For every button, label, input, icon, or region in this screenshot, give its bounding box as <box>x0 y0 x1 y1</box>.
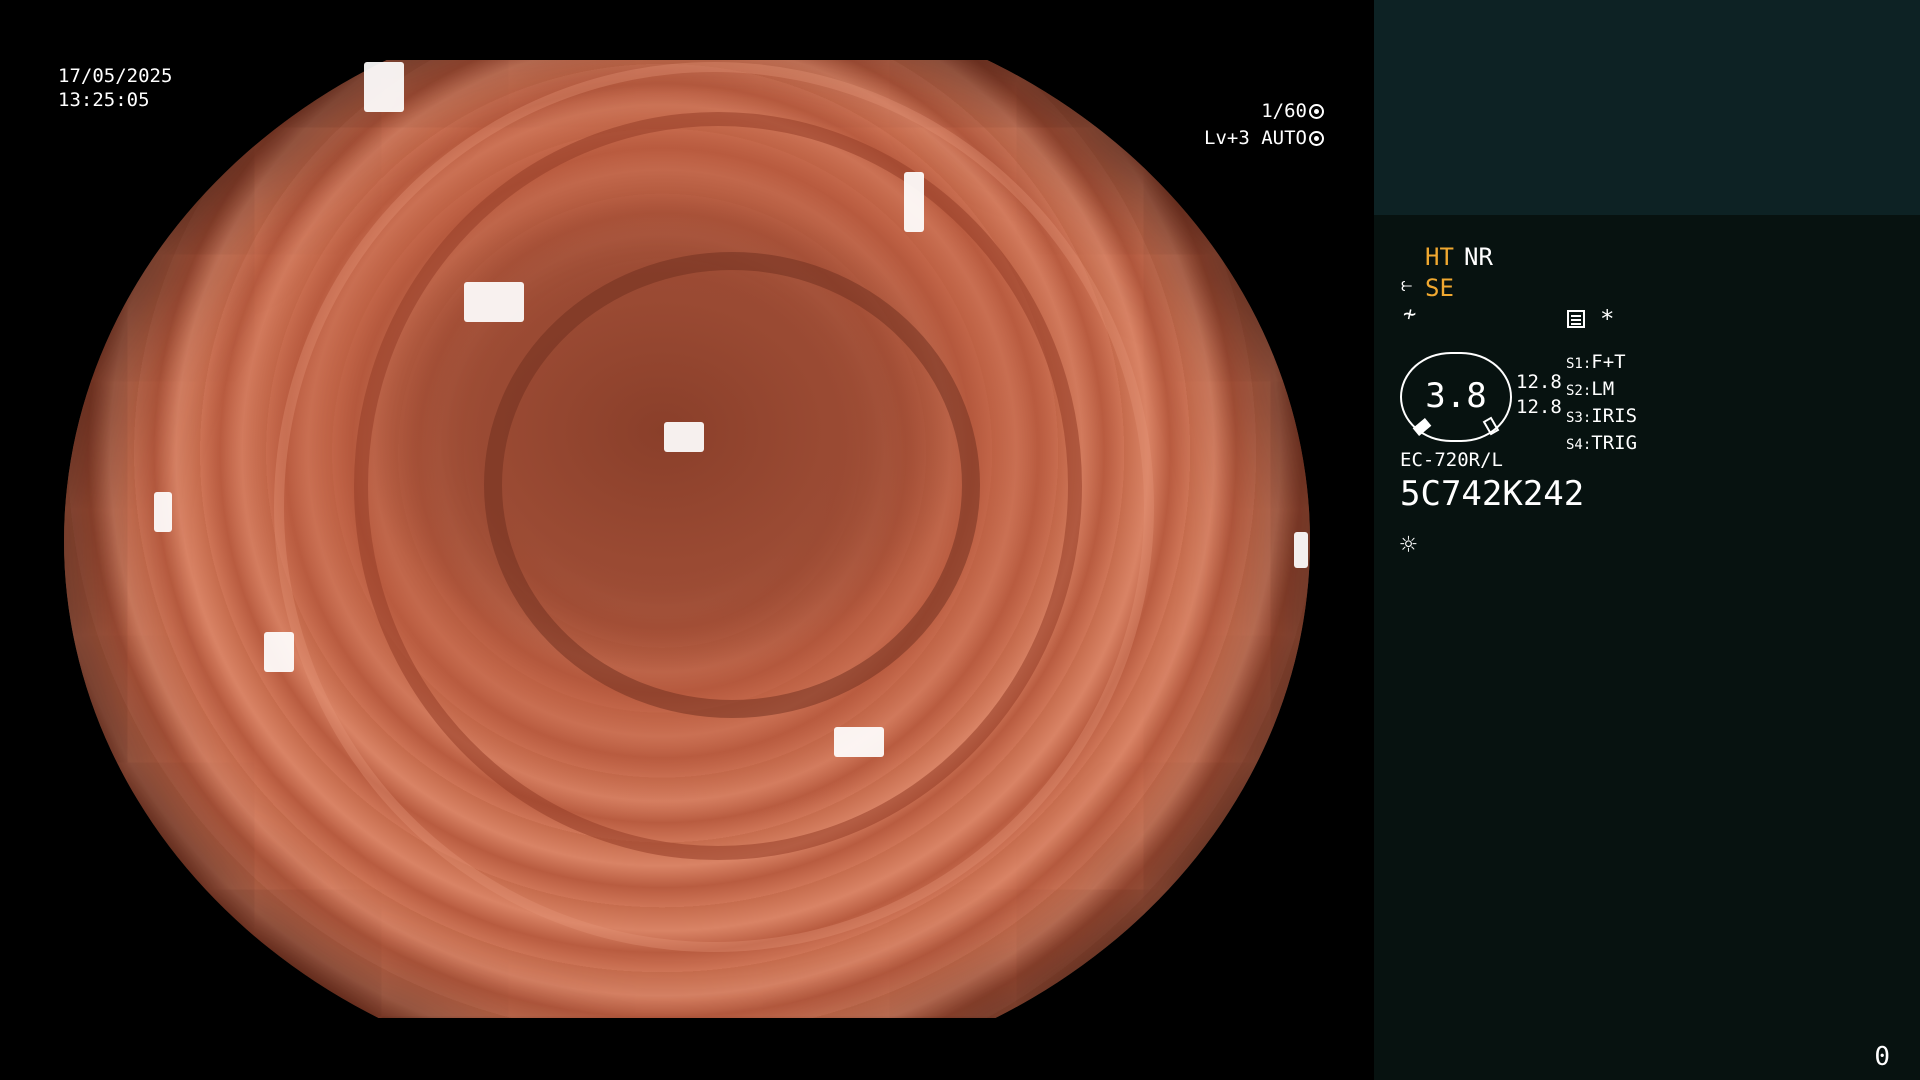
aperture-icon <box>1309 104 1324 119</box>
level-mode-text: Lv+3 AUTO <box>1204 127 1307 149</box>
setting-s3: S3:IRIS <box>1566 405 1638 427</box>
specular-highlight <box>364 62 404 112</box>
mode-ht: HT <box>1425 243 1454 271</box>
status-panel <box>1374 215 1920 1080</box>
mucosal-fold <box>484 252 980 718</box>
level-readout: 12.8 12.8 <box>1516 370 1562 420</box>
time-text: 13:25:05 <box>58 89 150 111</box>
specular-highlight <box>834 727 884 757</box>
asterisk-indicator: * <box>1600 305 1615 333</box>
specular-highlight <box>264 632 294 672</box>
date-text: 17/05/2025 <box>58 65 173 87</box>
frame-mask-bottom <box>0 1018 1374 1080</box>
level-2: 12.8 <box>1516 396 1562 418</box>
status-panel-header <box>1374 0 1920 215</box>
setting-s2: S2:LM <box>1566 378 1615 400</box>
brightness-gauge: 3.8 <box>1400 352 1512 442</box>
memo-icon <box>1567 310 1585 328</box>
specular-highlight <box>464 282 524 322</box>
scope-model: EC-720R/L <box>1400 449 1503 471</box>
endoscope-viewport: 17/05/2025 13:25:05 1/60 Lv+3 AUTO <box>0 0 1374 1080</box>
shutter-text: 1/60 <box>1261 100 1307 122</box>
corner-counter: 0 <box>1874 1042 1890 1072</box>
switch-settings: S1:F+T S2:LM S3:IRIS S4:TRIG <box>1566 350 1637 458</box>
timestamp: 17/05/2025 13:25:05 <box>58 64 172 112</box>
exposure-readout: 1/60 Lv+3 AUTO <box>1204 98 1324 152</box>
specular-highlight <box>1294 532 1308 568</box>
level-1: 12.8 <box>1516 371 1562 393</box>
frame-mask-top <box>0 0 1374 60</box>
light-icon: ☼ <box>1400 528 1417 561</box>
mode-nr: NR <box>1464 243 1493 271</box>
iris-icon <box>1309 131 1324 146</box>
pump-icon: ⥼ <box>1401 272 1413 296</box>
setting-s1: S1:F+T <box>1566 351 1626 373</box>
endoscopic-image <box>64 0 1310 1080</box>
specular-highlight <box>664 422 704 452</box>
mode-se: SE <box>1425 274 1454 302</box>
setting-s4: S4:TRIG <box>1566 432 1638 454</box>
gauge-value: 3.8 <box>1425 376 1487 416</box>
scope-serial: 5C742K242 <box>1400 474 1585 514</box>
specular-highlight <box>154 492 172 532</box>
contrast-icon: ≁ <box>1403 302 1417 327</box>
specular-highlight <box>904 172 924 232</box>
